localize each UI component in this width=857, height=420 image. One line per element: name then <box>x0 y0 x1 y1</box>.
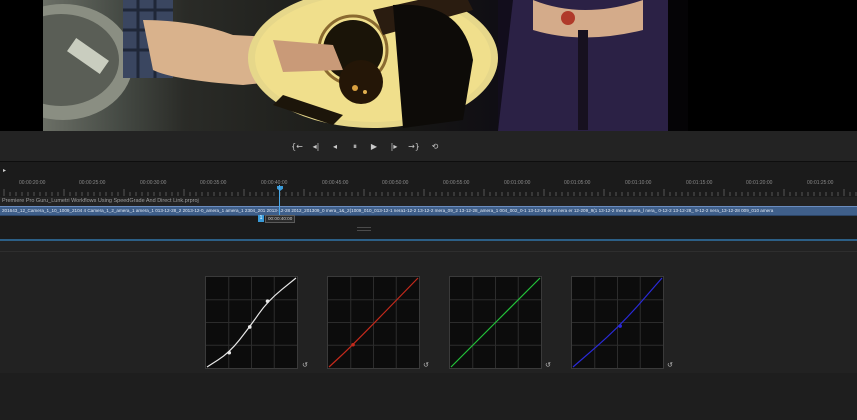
video-track[interactable]: 201643_12_Camera_1_10_1009_2104 4 Camera… <box>0 206 857 216</box>
ruler-label: 00:00:55:00 <box>443 180 470 186</box>
current-timecode[interactable]: 00:00:40:00 <box>265 214 296 223</box>
red-curve-point[interactable] <box>351 342 355 347</box>
clip-names: 201643_12_Camera_1_10_1009_2104 4 Camera… <box>2 208 774 213</box>
timeline-play-icon[interactable]: ▸ <box>3 167 6 174</box>
master-curve-point[interactable] <box>265 299 270 303</box>
master-curve-point[interactable] <box>227 350 232 355</box>
ruler-label: 00:00:40:00 <box>261 180 288 186</box>
stop-button[interactable]: ⏸ <box>348 142 362 152</box>
ruler-label: 00:01:00:00 <box>504 180 531 186</box>
ruler-label: 00:01:10:00 <box>625 180 652 186</box>
step-back-icon: ◂ <box>332 142 337 151</box>
rgb-curves-panel: ↺ ↺ ↺ ↺ <box>0 241 857 420</box>
step-forward-button[interactable]: |▸ <box>387 142 401 152</box>
go-to-in-button[interactable]: {← <box>290 142 304 152</box>
ruler-ticks <box>3 189 857 196</box>
reset-master-icon[interactable]: ↺ <box>302 362 309 369</box>
video-frame-image <box>43 0 688 131</box>
blue-curve-point[interactable] <box>618 324 622 328</box>
program-monitor <box>0 0 857 131</box>
ruler-label: 00:00:35:00 <box>200 180 227 186</box>
step-forward-icon: |▸ <box>390 142 398 151</box>
panel-divider <box>0 251 857 252</box>
go-to-out-button[interactable]: →} <box>407 142 421 152</box>
transport-controls: {← ◂| ◂ ⏸ ▶ |▸ →} ⟲ <box>0 131 857 162</box>
red-curve-graph[interactable] <box>328 277 419 368</box>
red-curve[interactable] <box>327 276 420 369</box>
ruler-label: 00:00:30:00 <box>140 180 167 186</box>
step-back-edit-button[interactable]: ◂| <box>309 142 323 152</box>
blue-curve-graph[interactable] <box>572 277 663 368</box>
pause-icon: ⏸ <box>353 142 357 151</box>
panel-resize-grip[interactable] <box>357 227 371 231</box>
ruler-label: 00:01:15:00 <box>686 180 713 186</box>
sequence-title-bar: Premiere Pro Guru_Lumetri Workflows Usin… <box>0 197 857 206</box>
master-curve-point[interactable] <box>247 325 252 329</box>
loop-icon: ⟲ <box>431 142 439 151</box>
green-curve-graph[interactable] <box>450 277 541 368</box>
panel-footer <box>0 373 857 420</box>
blue-curve[interactable] <box>571 276 664 369</box>
reset-green-icon[interactable]: ↺ <box>545 362 552 369</box>
reset-red-icon[interactable]: ↺ <box>423 362 430 369</box>
project-title: Premiere Pro Guru_Lumetri Workflows Usin… <box>2 198 199 204</box>
step-back-button[interactable]: ◂ <box>328 142 342 152</box>
go-to-in-icon: {← <box>291 142 303 151</box>
marker-badge: 1 <box>258 215 264 222</box>
play-icon: ▶ <box>370 142 378 151</box>
step-back-edit-icon: ◂| <box>312 142 320 151</box>
ruler-label: 00:00:50:00 <box>382 180 409 186</box>
playhead-line[interactable] <box>279 185 280 215</box>
ruler-label: 00:01:05:00 <box>564 180 591 186</box>
ruler-label: 00:00:20:00 <box>19 180 46 186</box>
ruler-label: 00:01:25:00 <box>807 180 834 186</box>
loop-button[interactable]: ⟲ <box>428 142 442 152</box>
ruler-label: 00:00:25:00 <box>79 180 106 186</box>
master-curve[interactable] <box>205 276 298 369</box>
video-frame <box>43 0 688 131</box>
reset-blue-icon[interactable]: ↺ <box>667 362 674 369</box>
ruler-label: 00:00:45:00 <box>322 180 349 186</box>
time-ruler[interactable]: ▸ 00:00:20:00 00:00:25:00 00:00:30:00 00… <box>0 161 857 198</box>
timecode-indicator: 1 00:00:40:00 <box>258 214 296 223</box>
green-curve[interactable] <box>449 276 542 369</box>
play-button[interactable]: ▶ <box>367 142 381 152</box>
timeline-panel: ▸ 00:00:20:00 00:00:25:00 00:00:30:00 00… <box>0 161 857 241</box>
master-curve-graph[interactable] <box>206 277 297 368</box>
ruler-label: 00:01:20:00 <box>746 180 773 186</box>
go-to-out-icon: →} <box>408 142 420 151</box>
